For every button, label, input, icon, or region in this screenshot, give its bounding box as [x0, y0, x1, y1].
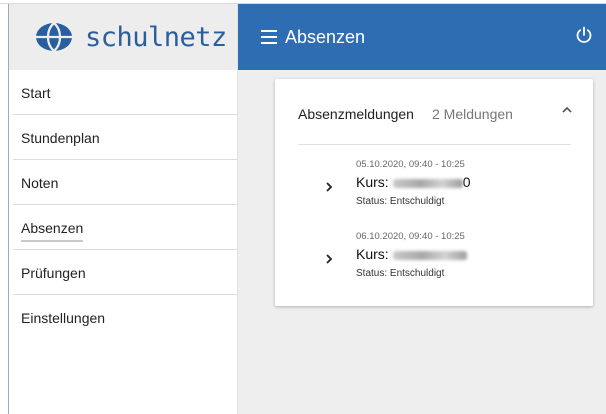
absence-entry[interactable]: 05.10.2020, 09:40 - 10:25 Kurs: 0 Status:… — [275, 159, 593, 215]
absence-datetime: 06.10.2020, 09:40 - 10:25 — [356, 231, 465, 242]
absence-status: Status: Entschuldigt — [356, 268, 445, 279]
absence-course: Kurs: 0 — [356, 174, 470, 190]
sidebar-item-label: Absenzen — [21, 219, 84, 242]
main-content: Absenzmeldungen 2 Meldungen 05.10.2020, … — [238, 70, 606, 414]
absence-card: Absenzmeldungen 2 Meldungen 05.10.2020, … — [275, 79, 593, 306]
top-app-bar: Absenzen — [238, 4, 606, 70]
course-label: Kurs: — [356, 174, 389, 190]
hamburger-icon[interactable] — [261, 30, 277, 44]
sidebar-item-stundenplan[interactable]: Stundenplan — [9, 115, 237, 160]
course-name-visible-suffix: 0 — [462, 174, 471, 190]
chevron-right-icon[interactable] — [325, 181, 333, 193]
chevron-up-icon[interactable] — [560, 103, 574, 117]
redacted-course-name — [392, 178, 463, 188]
card-title: Absenzmeldungen — [298, 106, 414, 122]
sidebar-item-noten[interactable]: Noten — [9, 160, 237, 205]
page-title: Absenzen — [285, 26, 366, 47]
card-count: 2 Meldungen — [432, 106, 513, 122]
logo-text: schulnetz — [85, 21, 227, 53]
sidebar-item-pruefungen[interactable]: Prüfungen — [9, 250, 237, 295]
sidebar-item-absenzen[interactable]: Absenzen — [9, 205, 237, 250]
power-icon[interactable] — [574, 25, 594, 45]
sidebar: schulnetz Start Stundenplan Noten Absenz… — [9, 4, 238, 414]
absence-course: Kurs: — [356, 246, 467, 262]
absence-status: Status: Entschuldigt — [356, 196, 445, 207]
globe-logo-icon — [36, 22, 72, 52]
absence-datetime: 05.10.2020, 09:40 - 10:25 — [356, 159, 465, 170]
divider — [298, 144, 571, 145]
sidebar-item-label: Noten — [21, 174, 59, 191]
absence-entry[interactable]: 06.10.2020, 09:40 - 10:25 Kurs: Status: … — [275, 231, 593, 287]
sidebar-item-label: Prüfungen — [21, 264, 86, 281]
sidebar-nav: Start Stundenplan Noten Absenzen Prüfung… — [9, 70, 237, 340]
logo-bar[interactable]: schulnetz — [9, 4, 237, 70]
course-label: Kurs: — [356, 246, 389, 262]
sidebar-item-label: Einstellungen — [21, 309, 106, 326]
redacted-course-name — [392, 250, 467, 260]
sidebar-item-einstellungen[interactable]: Einstellungen — [9, 295, 237, 340]
sidebar-item-label: Stundenplan — [21, 129, 100, 146]
sidebar-item-start[interactable]: Start — [9, 70, 237, 115]
sidebar-item-label: Start — [21, 84, 51, 101]
chevron-right-icon[interactable] — [325, 253, 333, 265]
